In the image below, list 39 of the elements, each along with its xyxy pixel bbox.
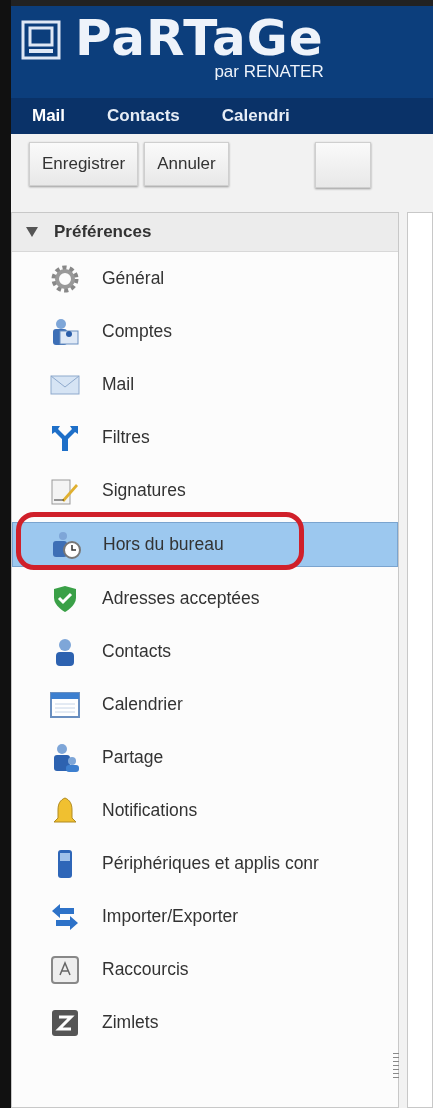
item-label: Périphériques et applis conr — [102, 853, 319, 874]
item-label: Calendrier — [102, 694, 183, 715]
item-label: Raccourcis — [102, 959, 189, 980]
item-label: Filtres — [102, 427, 150, 448]
sidebar-item[interactable]: Calendrier — [12, 678, 398, 731]
item-label: Hors du bureau — [103, 534, 224, 555]
sidebar-item[interactable]: Comptes — [12, 305, 398, 358]
item-label: Adresses acceptées — [102, 588, 260, 609]
item-label: Mail — [102, 374, 135, 395]
sidebar-item[interactable]: Général — [12, 252, 398, 305]
toolbar-button[interactable]: Annuler — [144, 142, 229, 186]
nav-tab[interactable]: Mail — [32, 106, 66, 126]
section-header[interactable]: Préférences — [12, 213, 398, 252]
nav-tab[interactable]: Contacts — [107, 106, 180, 126]
sidebar-item[interactable]: Hors du bureau — [12, 522, 398, 567]
sidebar-item[interactable]: Importer/Exporter — [12, 890, 398, 943]
item-label: Général — [102, 268, 165, 289]
item-label: Signatures — [102, 480, 186, 501]
toolbar-button[interactable]: Enregistrer — [29, 142, 139, 186]
sidebar-item[interactable]: Zimlets — [12, 996, 398, 1049]
sidebar-item[interactable]: Partage — [12, 731, 398, 784]
item-label: Comptes — [102, 321, 173, 342]
item-label: Notifications — [102, 800, 198, 821]
sidebar-item[interactable]: Périphériques et applis conr — [12, 837, 398, 890]
item-label: Zimlets — [102, 1012, 159, 1033]
nav-tab[interactable]: Calendri — [221, 106, 290, 126]
sidebar-item[interactable]: Signatures — [12, 464, 398, 517]
sidebar-item[interactable]: Raccourcis — [12, 943, 398, 996]
sidebar-item[interactable]: Filtres — [12, 411, 398, 464]
item-label: Partage — [102, 747, 164, 768]
item-label: Importer/Exporter — [102, 906, 239, 927]
logo-tagline: par RENATER — [214, 62, 324, 82]
sidebar-item[interactable]: Notifications — [12, 784, 398, 837]
sidebar-item[interactable]: Contacts — [12, 625, 398, 678]
sidebar-item[interactable]: Mail — [12, 358, 398, 411]
sidebar-item[interactable]: Adresses acceptées — [12, 572, 398, 625]
logo-text: PaRTaGe — [75, 14, 324, 62]
section-title: Préférences — [54, 222, 152, 242]
item-label: Contacts — [102, 641, 172, 662]
